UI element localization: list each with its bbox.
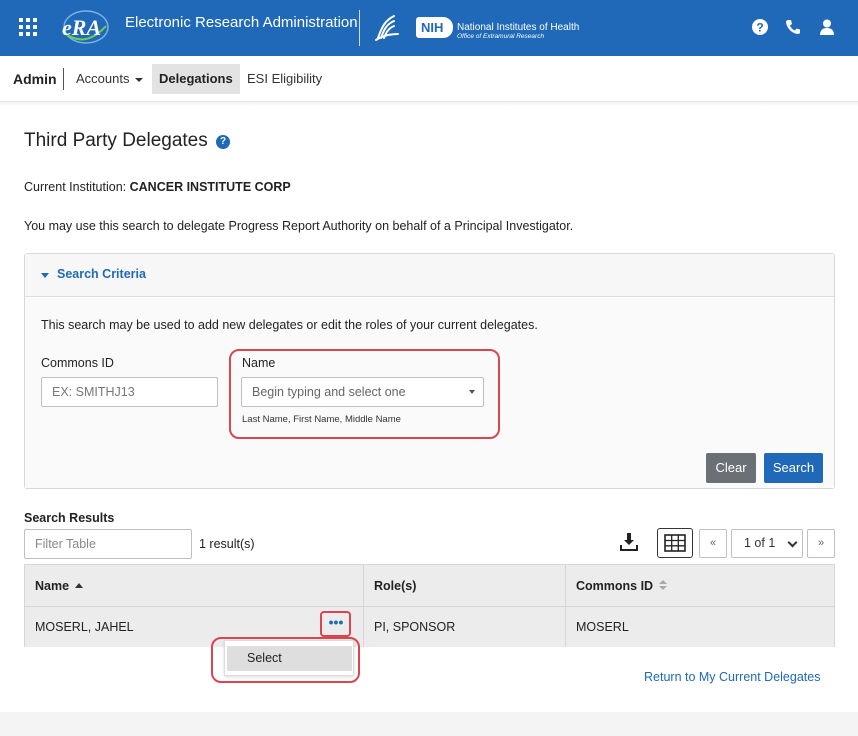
- pager-first-button[interactable]: «: [699, 529, 727, 558]
- top-header: eRA Electronic Research Administration N…: [0, 0, 858, 56]
- commons-id-input[interactable]: EX: SMITHJ13: [41, 377, 218, 407]
- column-header-name[interactable]: Name: [25, 565, 363, 607]
- nav-admin[interactable]: Admin: [13, 71, 57, 87]
- logo-text: eRA: [62, 15, 101, 40]
- clear-button[interactable]: Clear: [706, 453, 756, 483]
- result-count: 1 result(s): [199, 537, 255, 551]
- table-grid-icon: [664, 534, 686, 552]
- search-criteria-title: Search Criteria: [57, 267, 146, 281]
- nav-item-label: Accounts: [76, 71, 130, 86]
- search-criteria-toggle[interactable]: Search Criteria: [25, 254, 834, 297]
- filter-table-input[interactable]: Filter Table: [24, 529, 192, 559]
- svg-text:?: ?: [756, 21, 763, 35]
- caret-down-icon: [135, 77, 144, 82]
- column-header-commons-id[interactable]: Commons ID: [566, 565, 834, 607]
- footer: [0, 712, 858, 736]
- column-header-label: Name: [35, 579, 70, 593]
- column-header-label: Commons ID: [576, 579, 654, 593]
- page-select[interactable]: 1 of 1: [731, 529, 803, 558]
- column-divider: [363, 565, 364, 647]
- nih-name: National Institutes of Health: [457, 22, 580, 33]
- page-select-value: 1 of 1: [744, 536, 776, 550]
- institution-value: CANCER INSTITUTE CORP: [129, 180, 291, 194]
- nav-separator: [63, 68, 64, 90]
- return-to-delegates-link[interactable]: Return to My Current Delegates: [644, 670, 820, 684]
- nav-item-label: ESI Eligibility: [247, 71, 323, 86]
- commons-id-label: Commons ID: [41, 356, 114, 370]
- help-icon[interactable]: ?: [751, 18, 769, 36]
- page-title: Third Party Delegates: [24, 130, 208, 151]
- nih-badge: NIH: [416, 17, 453, 38]
- phone-icon[interactable]: [784, 18, 802, 36]
- help-icon[interactable]: ?: [216, 135, 230, 149]
- column-chooser-button[interactable]: [657, 528, 693, 558]
- nav-item-accounts[interactable]: Accounts: [69, 64, 150, 94]
- institution-line: Current Institution: CANCER INSTITUTE CO…: [24, 180, 291, 194]
- sort-ascending-icon: [75, 583, 84, 588]
- app-title: Electronic Research Administration: [125, 14, 358, 31]
- header-divider: [359, 10, 360, 46]
- cell-roles: PI, SPONSOR: [364, 607, 565, 647]
- nav-item-delegations[interactable]: Delegations: [152, 64, 240, 94]
- page-description: You may use this search to delegate Prog…: [24, 219, 574, 233]
- results-table: Name Role(s) Commons ID MOSERL, JAHEL PI…: [24, 564, 835, 647]
- hhs-eagle-icon: [372, 12, 402, 44]
- nav-item-esi-eligibility[interactable]: ESI Eligibility: [240, 64, 329, 94]
- grid-menu-icon[interactable]: [19, 18, 37, 36]
- select-menu-highlight: [211, 637, 360, 683]
- name-field-highlight: [229, 349, 500, 439]
- search-results-title: Search Results: [24, 511, 115, 525]
- download-icon[interactable]: [618, 531, 640, 553]
- row-actions-highlight: [320, 611, 351, 637]
- column-header-roles: Role(s): [364, 565, 565, 607]
- caret-down-icon: [41, 273, 49, 278]
- nih-office: Office of Extramural Research: [457, 33, 545, 40]
- sort-icon: [659, 580, 668, 591]
- cell-commons-id: MOSERL: [566, 607, 834, 647]
- nav-shadow: [0, 102, 858, 106]
- column-header-label: Role(s): [374, 579, 417, 593]
- user-icon[interactable]: [818, 18, 836, 36]
- column-divider: [565, 565, 566, 647]
- era-logo[interactable]: eRA: [58, 8, 110, 46]
- search-button[interactable]: Search: [764, 453, 823, 483]
- institution-label: Current Institution:: [24, 180, 127, 194]
- chevron-down-icon: [787, 537, 798, 548]
- search-note: This search may be used to add new deleg…: [41, 318, 538, 332]
- nav-item-label: Delegations: [159, 71, 233, 86]
- pager-last-button[interactable]: »: [807, 529, 835, 558]
- main-nav: Admin Accounts Delegations ESI Eligibili…: [0, 56, 858, 102]
